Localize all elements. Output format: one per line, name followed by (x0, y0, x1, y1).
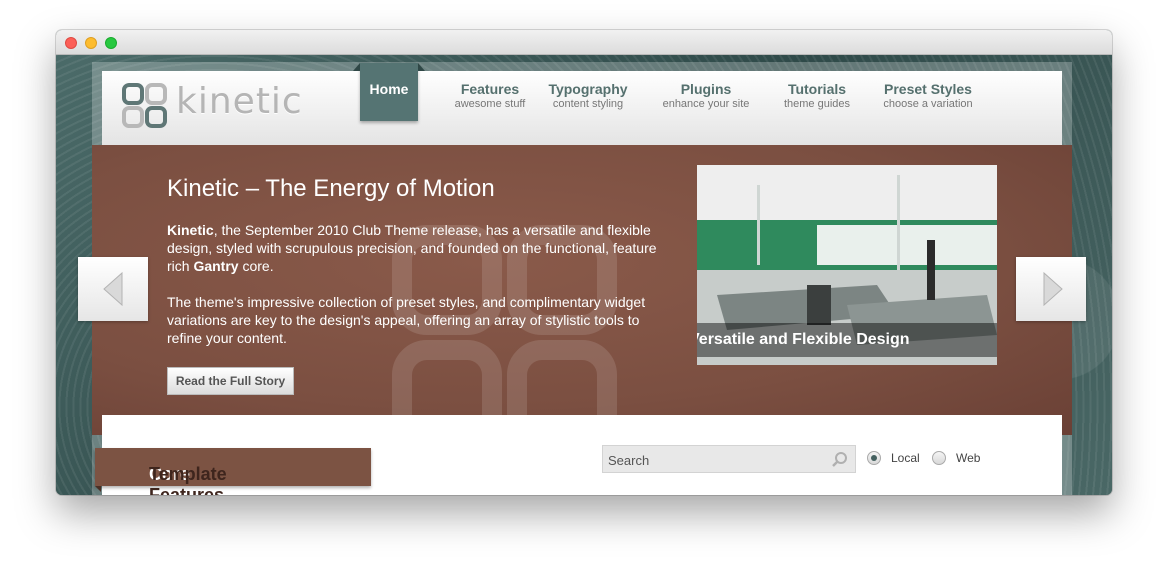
slider-prev-button[interactable] (78, 257, 148, 321)
nav-item-subtitle: awesome stuff (454, 98, 526, 110)
triangle-right-icon (1043, 271, 1063, 307)
close-window-button[interactable] (65, 37, 77, 49)
title-bar (56, 30, 1112, 55)
hero-gantry-name: Gantry (193, 258, 239, 274)
hero-description: Kinetic, the September 2010 Club Theme r… (167, 221, 677, 347)
site-header: kinetic Home Features awesome stuff Typo… (102, 63, 1062, 146)
nav-item-home[interactable]: Home (353, 63, 425, 121)
nav-item-title: Tutorials (787, 81, 847, 97)
hero-slider: Kinetic – The Energy of Motion Kinetic, … (92, 145, 1072, 450)
radio-web[interactable] (932, 451, 946, 465)
hero-paragraph-2: The theme's impressive collection of pre… (167, 294, 646, 346)
nav-item-plugins[interactable]: Plugins enhance your site (654, 81, 758, 110)
nav-item-subtitle: theme guides (783, 98, 851, 110)
nav-item-subtitle: content styling (552, 98, 624, 110)
slider-next-button[interactable] (1016, 257, 1086, 321)
hero-title: Kinetic – The Energy of Motion (167, 175, 495, 202)
triangle-left-icon (103, 271, 123, 307)
search-placeholder: Search (608, 453, 650, 468)
banner-rest-text: Template Features (149, 464, 227, 495)
nav-item-subtitle: enhance your site (662, 98, 750, 110)
browser-window: kinetic Home Features awesome stuff Typo… (56, 30, 1112, 495)
hero-image[interactable]: Versatile and Flexible Design (697, 165, 997, 365)
nav-item-tutorials[interactable]: Tutorials theme guides (774, 81, 860, 110)
kinetic-logo-icon (122, 83, 167, 128)
hero-image-caption: Versatile and Flexible Design (697, 323, 997, 357)
nav-item-title: Preset Styles (884, 81, 972, 97)
zoom-window-button[interactable] (105, 37, 117, 49)
radio-local-label: Local (891, 451, 920, 465)
hero-text-part: core. (238, 258, 274, 274)
search-input[interactable]: Search (602, 445, 856, 473)
hero-paragraph-1: Kinetic, the September 2010 Club Theme r… (167, 221, 677, 275)
radio-local[interactable] (867, 451, 881, 465)
nav-home-label: Home (369, 81, 409, 97)
nav-item-title: Typography (548, 81, 628, 97)
read-full-story-button[interactable]: Read the Full Story (167, 367, 294, 395)
logo-wordmark: kinetic (176, 81, 303, 122)
minimize-window-button[interactable] (85, 37, 97, 49)
nav-item-typography[interactable]: Typography content styling (540, 81, 636, 110)
site-logo[interactable]: kinetic (122, 81, 312, 131)
nav-item-subtitle: choose a variation (883, 98, 973, 110)
core-features-banner: Core Template Features (95, 448, 371, 495)
hero-brand-name: Kinetic (167, 222, 214, 238)
banner-fold (95, 486, 101, 492)
nav-item-title: Features (460, 81, 520, 97)
nav-item-title: Plugins (680, 81, 732, 97)
search-icon[interactable] (831, 451, 849, 469)
nav-item-features[interactable]: Features awesome stuff (442, 81, 538, 110)
radio-web-label: Web (956, 451, 981, 465)
nav-item-preset-styles[interactable]: Preset Styles choose a variation (874, 81, 982, 110)
